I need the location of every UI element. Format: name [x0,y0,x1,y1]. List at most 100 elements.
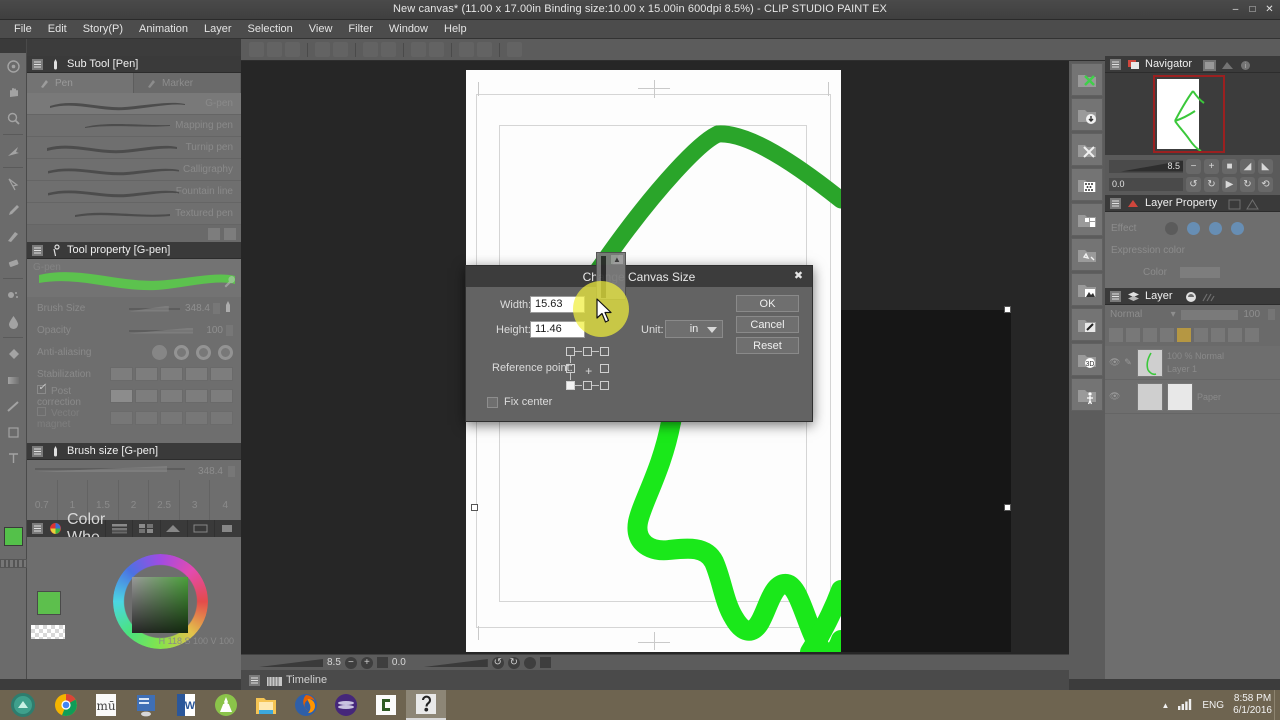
dialog-ok-button[interactable]: OK [736,295,799,312]
panel-menu-icon[interactable] [31,522,44,535]
color-set-tab-icon[interactable] [132,520,159,537]
new-folder-icon[interactable] [1126,328,1140,342]
eraser-tool-icon[interactable] [0,249,27,275]
menu-item-layer[interactable]: Layer [196,21,240,37]
subtool-item-turnip-pen[interactable]: Turnip pen [27,137,241,159]
operation-tool-icon[interactable] [0,53,27,79]
toolproperty-row-vector-magnet[interactable]: Vector magnet [27,406,241,430]
move-hand-tool-icon[interactable] [0,79,27,105]
frame-border-tool-icon[interactable] [0,419,27,445]
reference-point-bottom-right[interactable] [600,381,609,390]
tray-expand-icon[interactable]: ▲ [1161,701,1169,710]
navigator-rotate-reset-icon[interactable]: ▶ [1222,176,1237,192]
taskbar-android-studio-icon[interactable] [206,690,246,720]
post-correction-level[interactable] [210,389,233,403]
canvas-rotation-slider[interactable] [410,658,488,667]
start-button[interactable] [0,690,46,720]
resize-handle-right[interactable] [1004,504,1011,511]
fix-center-checkbox[interactable] [487,396,498,408]
reference-point-middle-left[interactable] [566,364,575,373]
navigator-rotate-free-icon[interactable]: ⟲ [1258,176,1273,192]
dialog-cancel-button[interactable]: Cancel [736,316,799,333]
canvas-zoom-slider[interactable] [245,658,323,667]
taskbar-app-blue-icon[interactable] [126,690,166,720]
redo-icon[interactable] [333,42,348,57]
layer-edit-icon[interactable]: ✎ [1123,357,1133,368]
layer-panel-header[interactable]: Layer [1105,288,1280,305]
toolproperty-row-brush-size[interactable]: Brush Size 348.4 [27,297,241,319]
material-manga-icon[interactable] [1071,203,1103,236]
menu-item-help[interactable]: Help [436,21,475,37]
delete-subtool-icon[interactable] [224,227,236,240]
subtool-tab-pen[interactable]: Pen [27,73,134,93]
navigator-rotate-right-icon[interactable]: ↻ [1204,176,1219,192]
network-icon[interactable] [1178,697,1193,713]
dialog-close-icon[interactable]: ✖ [792,270,805,283]
lock-transparent-icon[interactable] [1228,328,1242,342]
subview-tab-icon[interactable] [1221,58,1234,71]
layerproperty-effect-options[interactable] [1165,221,1245,235]
navigator-tab-icon[interactable] [1203,58,1217,71]
post-correction-options[interactable] [110,389,233,403]
navigator-flip-vertical-icon[interactable]: ◣ [1258,158,1273,174]
material-manual-icon[interactable] [1071,308,1103,341]
brush-size-stepper[interactable] [213,302,220,314]
opacity-slider[interactable] [129,326,193,335]
layer-row-paper[interactable]: 👁 Paper [1105,380,1280,414]
tool-palette-grip[interactable] [0,39,26,53]
zoom-tool-icon[interactable] [0,105,27,131]
move-layer-tool-icon[interactable] [0,138,27,164]
reference-point-middle-right[interactable] [600,364,609,373]
delete-layer-icon[interactable] [1245,328,1259,342]
vector-magnet-level[interactable] [160,411,183,425]
dialog-unit-select[interactable]: in [665,320,723,338]
dialog-reset-button[interactable]: Reset [736,337,799,354]
gradient-tool-icon[interactable] [0,367,27,393]
layer-opacity-stepper[interactable] [1268,309,1275,320]
color-slider-tab-icon[interactable] [105,520,132,537]
layerproperty-color-bar[interactable] [1179,266,1220,278]
fill-tool-icon[interactable] [0,341,27,367]
brush-size-value[interactable]: 348.4 [180,303,210,314]
minimize-button[interactable]: – [1229,3,1242,16]
stabilization-level[interactable] [110,367,133,381]
navigator-rotation-slider[interactable]: 0.0 [1109,177,1183,191]
dialog-fix-center-checkbox-row[interactable]: Fix center [487,396,552,408]
taskbar-app-purple-icon[interactable] [326,690,366,720]
panel-menu-icon[interactable] [1109,290,1122,303]
dialog-title-bar[interactable]: Change Canvas Size ✖ [466,266,812,287]
subtool-item-textured-pen[interactable]: Textured pen [27,203,241,225]
brushsize-panel-header[interactable]: Brush size [G-pen] [27,443,241,460]
subtool-item-fountain-line[interactable]: Fountain line [27,181,241,203]
layer-row-layer1[interactable]: 👁 ✎ 100 % Normal Layer 1 [1105,346,1280,380]
color-history-tab-icon[interactable] [213,520,241,537]
layer-search-tab-icon[interactable] [1202,290,1215,303]
vector-magnet-checkbox[interactable] [37,406,46,416]
reference-point-top-left[interactable] [566,347,575,356]
rotate-left-button[interactable]: ↺ [491,656,504,669]
color-square[interactable] [132,577,188,633]
anti-aliasing-options[interactable] [152,344,233,360]
reset-rotation-button[interactable] [539,657,551,668]
reference-point-bottom-left[interactable] [566,381,575,390]
colorwheel-body[interactable]: H 118 S 100 V 100 [27,537,241,649]
navigator-flip-horizontal-icon[interactable]: ◢ [1240,158,1255,174]
navigator-rotate-left-icon[interactable]: ↺ [1186,176,1201,192]
colorwheel-panel-header[interactable]: Color Whe [27,511,105,546]
panel-menu-icon[interactable] [1109,58,1122,71]
lock-layer-icon[interactable] [1211,328,1225,342]
stabilization-options[interactable] [110,367,233,381]
vector-magnet-level[interactable] [210,411,233,425]
wrench-icon[interactable] [223,275,237,294]
opacity-stepper[interactable] [226,324,233,336]
layer-visibility-icon[interactable]: 👁 [1109,391,1120,402]
brushsize-preset[interactable]: 2 [119,480,150,520]
menu-item-animation[interactable]: Animation [131,21,196,37]
subtool-panel-header[interactable]: Sub Tool [Pen] [27,56,241,73]
foreground-color-chip[interactable] [4,527,23,546]
taskbar-clip-studio-icon[interactable] [366,690,406,720]
reference-point-top-center[interactable] [583,347,592,356]
effect-layer-color-icon[interactable] [1231,221,1245,235]
show-desktop-button[interactable] [1274,690,1280,720]
vector-magnet-level[interactable] [185,411,208,425]
